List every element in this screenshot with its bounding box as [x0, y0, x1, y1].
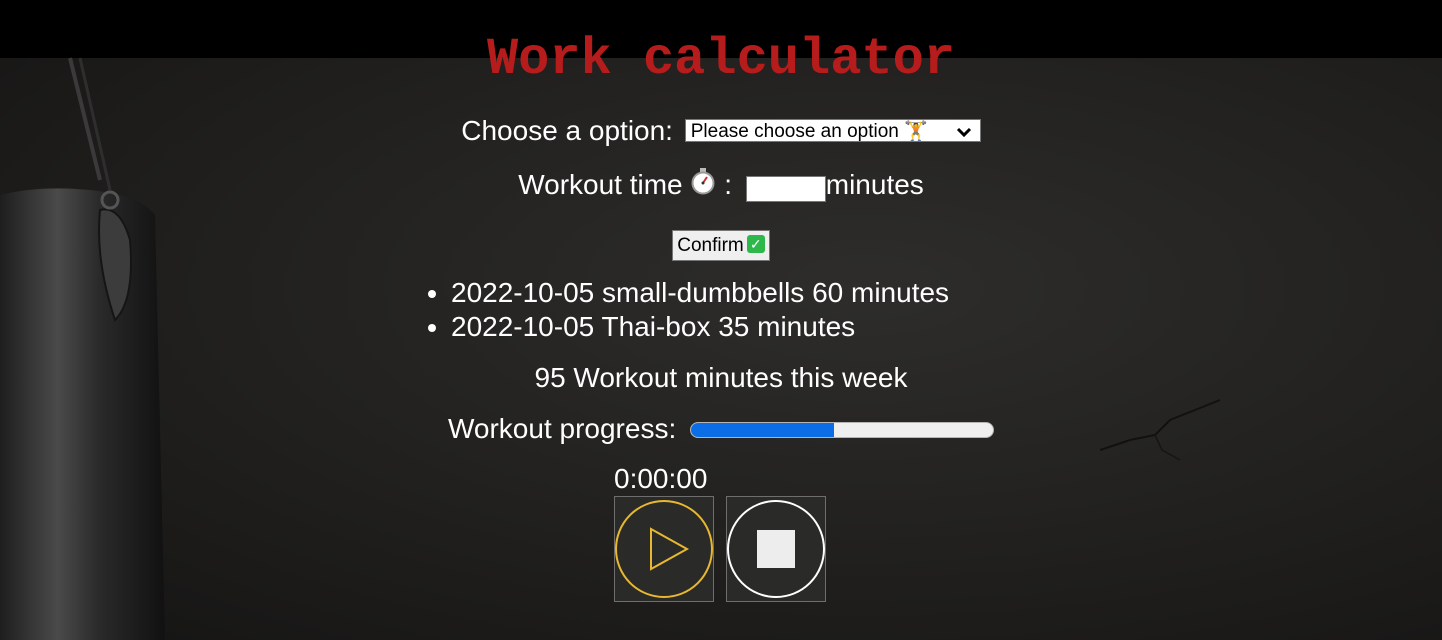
workout-minutes-input[interactable]: [745, 175, 826, 202]
punching-bag-image: [0, 57, 165, 640]
option-row: Choose a option: Please choose an option…: [0, 114, 1442, 148]
stopwatch-display: 0:00:00: [614, 463, 708, 494]
checkmark-icon: ✓: [746, 234, 765, 253]
play-button[interactable]: [614, 496, 714, 602]
progress-row: Workout progress:: [0, 412, 1442, 446]
list-item: 2022-10-05 small-dumbbells 60 minutes: [451, 276, 949, 310]
workout-time-label: Workout time: [518, 169, 683, 200]
confirm-row: Confirm ✓: [0, 225, 1442, 261]
play-icon: [615, 500, 713, 598]
week-summary: 95 Workout minutes this week: [534, 362, 908, 393]
workout-time-colon: :: [724, 169, 732, 200]
workout-log-list: 2022-10-05 small-dumbbells 60 minutes 20…: [451, 276, 949, 344]
confirm-button[interactable]: Confirm ✓: [672, 230, 770, 261]
page-title: Work calculator: [486, 30, 956, 89]
workout-option-select[interactable]: Please choose an option 🏋: [684, 119, 981, 143]
stop-button[interactable]: [726, 496, 826, 602]
option-label: Choose a option:: [461, 115, 673, 146]
stop-icon: [727, 500, 825, 598]
progress-fill: [691, 422, 835, 437]
workout-progress-bar: [690, 421, 995, 438]
stopwatch-icon: [690, 167, 716, 203]
option-selected-value: Please choose an option 🏋: [690, 121, 928, 143]
workout-time-row: Workout time : minutes: [0, 167, 1442, 205]
confirm-label: Confirm: [677, 235, 744, 256]
progress-label: Workout progress:: [447, 413, 677, 444]
chevron-down-icon: [956, 120, 972, 143]
list-item: 2022-10-05 Thai-box 35 minutes: [451, 310, 949, 344]
minutes-label: minutes: [825, 169, 924, 200]
